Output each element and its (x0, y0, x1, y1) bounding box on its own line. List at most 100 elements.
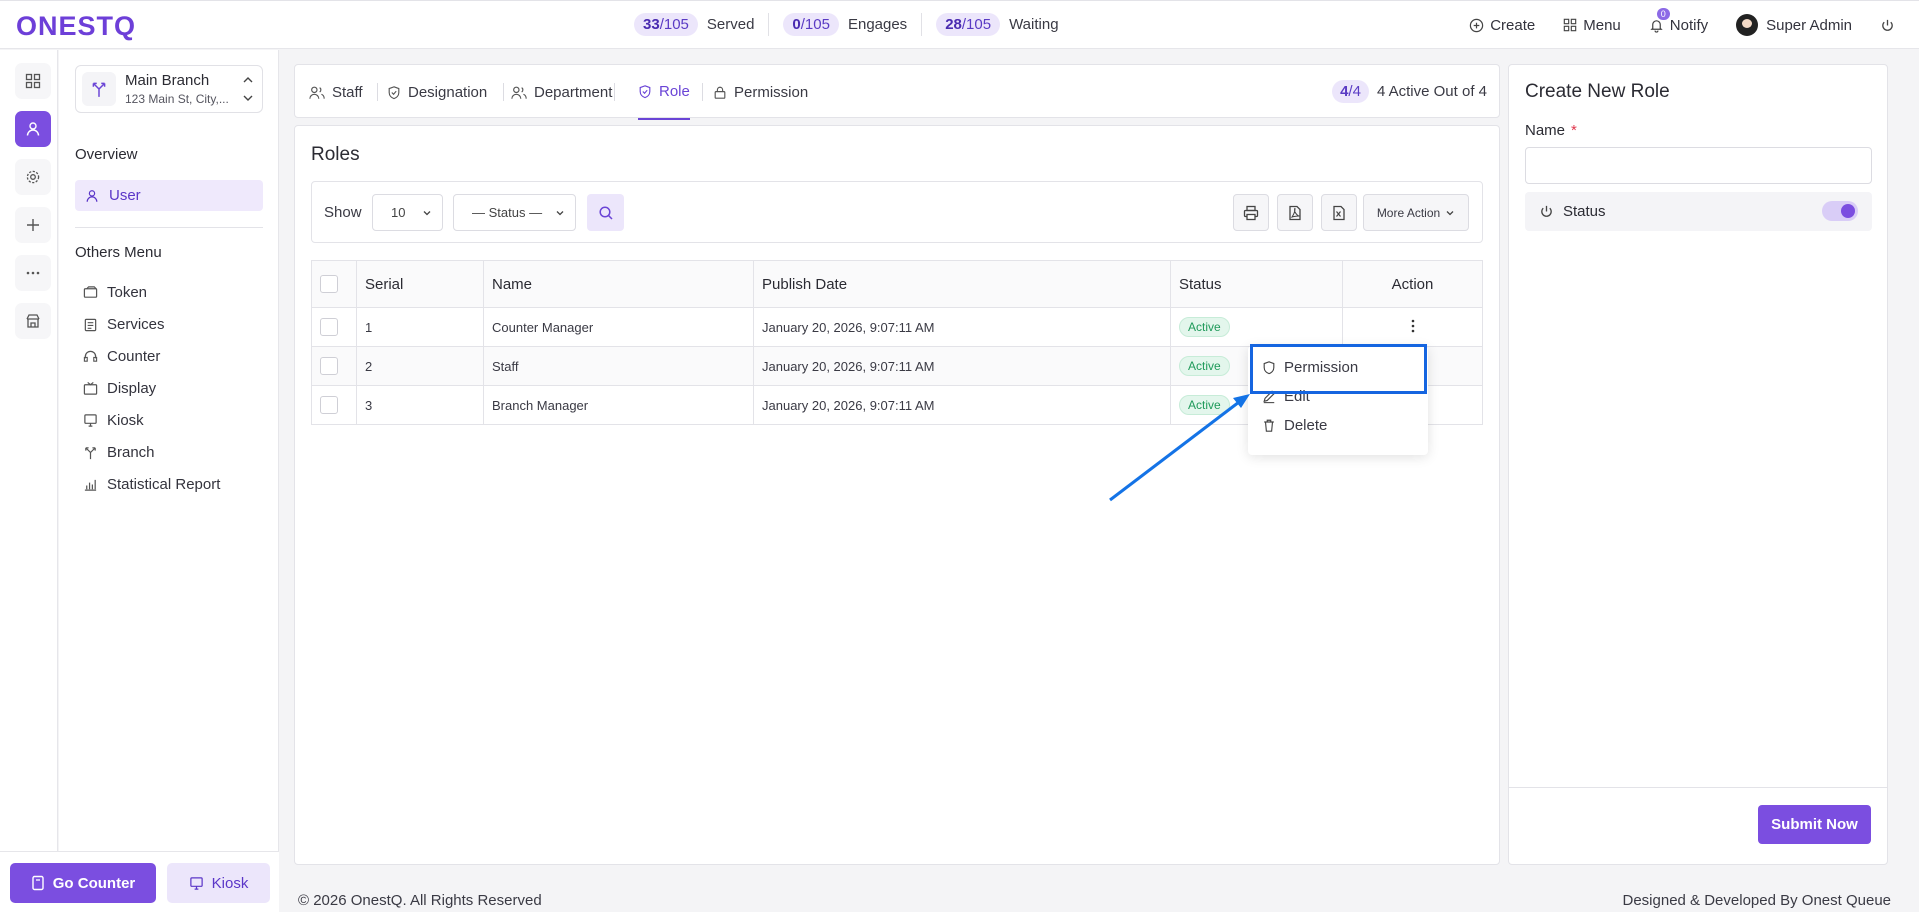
sidebar-item-branch[interactable]: Branch (83, 444, 155, 461)
headset-icon (83, 350, 98, 362)
sidebar-item-services[interactable]: Services (83, 316, 165, 333)
served-total: /105 (659, 16, 689, 33)
menu-label: Menu (1583, 16, 1621, 34)
cell-publish-date: January 20, 2026, 9:07:11 AM (753, 385, 1171, 425)
sidebar-item-statistical-report[interactable]: Statistical Report (83, 476, 220, 493)
served-count: 33 (643, 16, 660, 33)
sidebar-item-kiosk[interactable]: Kiosk (83, 412, 144, 429)
shield-check-icon (639, 85, 651, 99)
trash-icon (1264, 419, 1274, 432)
show-label: Show (324, 204, 362, 221)
name-field[interactable] (1525, 147, 1872, 184)
sidebar: Main Branch 123 Main St, City,... Overvi… (59, 50, 279, 862)
users-icon (309, 86, 325, 99)
user-menu[interactable]: Super Admin (1736, 14, 1852, 36)
status-filter-select[interactable]: — Status — (453, 194, 576, 231)
more-action-button[interactable]: More Action (1363, 194, 1469, 231)
column-header: Action (1342, 260, 1483, 308)
row-checkbox[interactable] (320, 318, 338, 336)
tab-permission[interactable]: Permission (713, 65, 808, 119)
branch-name: Main Branch (125, 72, 210, 89)
column-header[interactable]: Serial (356, 260, 484, 308)
power-icon (1541, 205, 1552, 217)
overview-heading: Overview (75, 146, 138, 163)
page-title: Roles (311, 144, 360, 165)
tab-designation[interactable]: Designation (387, 65, 487, 119)
gear-icon (26, 170, 40, 184)
sidebar-item-label: Services (107, 316, 165, 333)
kiosk-button[interactable]: Kiosk (167, 863, 270, 903)
column-header[interactable]: Status (1170, 260, 1343, 308)
page-size-select[interactable]: 10 (372, 194, 443, 231)
row-checkbox[interactable] (320, 396, 338, 414)
dropdown-delete[interactable]: Delete (1262, 417, 1327, 434)
create-role-title: Create New Role (1525, 81, 1670, 102)
sidebar-item-display[interactable]: Display (83, 380, 156, 397)
engages-label: Engages (847, 16, 908, 33)
highlight-box (1250, 344, 1427, 394)
status-toggle[interactable] (1822, 201, 1858, 221)
kiosk-label: Kiosk (211, 874, 249, 892)
queue-stats: 33/105 Served 0/105 Engages 28/105 Waiti… (620, 13, 1073, 36)
tab-role[interactable]: Role (638, 65, 690, 120)
rail-store-button[interactable] (15, 303, 51, 339)
tab-staff[interactable]: Staff (309, 65, 363, 119)
search-button[interactable] (587, 194, 624, 231)
logout-button[interactable] (1880, 18, 1901, 33)
status-badge: Active (1179, 356, 1230, 376)
tab-label: Designation (408, 83, 488, 101)
rail-settings-button[interactable] (15, 159, 51, 195)
plus-icon (27, 219, 39, 231)
plus-circle-icon (1470, 18, 1484, 32)
dashboard-icon (25, 73, 41, 89)
pdf-icon (1289, 205, 1301, 220)
submit-button[interactable]: Submit Now (1758, 805, 1871, 844)
kebab-menu-icon[interactable] (1410, 318, 1416, 334)
notify-button[interactable]: 0 Notify (1649, 7, 1708, 34)
export-pdf-button[interactable] (1277, 194, 1313, 231)
sidebar-item-user[interactable]: User (75, 180, 263, 211)
create-label: Create (1490, 16, 1536, 34)
rail-more-button[interactable] (15, 255, 51, 291)
column-header[interactable]: Publish Date (753, 260, 1171, 308)
create-button[interactable]: Create (1469, 17, 1535, 34)
active-count: 4/4 4 Active Out of 4 (1332, 80, 1487, 103)
chevron-up-down-icon (243, 77, 253, 101)
phone-icon (32, 875, 44, 891)
tv-icon (83, 381, 98, 395)
tab-department[interactable]: Department (511, 65, 612, 119)
app-logo[interactable]: ONESTQ (16, 11, 136, 42)
print-button[interactable] (1233, 194, 1269, 231)
waiting-total: /105 (961, 16, 992, 33)
grid-icon (1563, 18, 1577, 32)
tab-label: Department (534, 83, 613, 101)
select-all-checkbox[interactable] (320, 275, 338, 294)
rail-user-button[interactable] (15, 111, 51, 147)
export-excel-button[interactable] (1321, 194, 1357, 231)
sidebar-item-counter[interactable]: Counter (83, 348, 160, 365)
cell-serial: 1 (356, 307, 484, 347)
sidebar-item-label: Branch (107, 444, 155, 461)
active-count-pill: 4/4 (1332, 80, 1369, 103)
menu-button[interactable]: Menu (1563, 17, 1621, 34)
dropdown-delete-label: Delete (1284, 417, 1328, 434)
cell-name: Counter Manager (483, 307, 754, 347)
go-counter-label: Go Counter (52, 874, 136, 892)
icon-rail (0, 50, 58, 912)
branch-address: 123 Main St, City,... (125, 92, 229, 106)
sidebar-item-token[interactable]: Token (83, 284, 147, 301)
shield-check-icon (388, 85, 400, 99)
tab-label: Role (659, 83, 690, 100)
waiting-count: 28 (945, 16, 962, 33)
printer-icon (1243, 205, 1259, 220)
column-header[interactable]: Name (483, 260, 754, 308)
branch-selector[interactable]: Main Branch 123 Main St, City,... (75, 65, 263, 113)
active-count-text: 4 Active Out of 4 (1376, 83, 1487, 100)
sidebar-divider (75, 227, 263, 228)
rail-dashboard-button[interactable] (15, 63, 51, 99)
rail-add-button[interactable] (15, 207, 51, 243)
page-size-value: 10 (391, 205, 406, 220)
row-checkbox[interactable] (320, 357, 338, 375)
bell-icon (1650, 19, 1663, 33)
go-counter-button[interactable]: Go Counter (10, 863, 156, 903)
